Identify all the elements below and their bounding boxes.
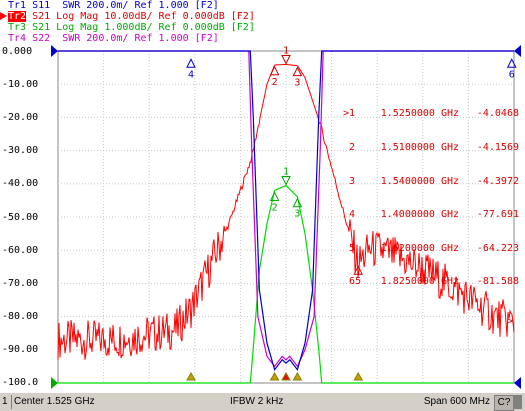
trace-4-settings: S22 SWR 200.0m/ Ref 1.000 [F2] [32,33,219,44]
marker-frequency: 1.4000000 GHz [380,209,460,221]
marker-id: >1 [342,108,355,120]
ifbw-setting[interactable]: IFBW 2 kHz [230,395,390,409]
trace-4-label[interactable]: Tr4 S22 SWR 200.0m/ Ref 1.000 [F2] [8,33,219,44]
reference-arrow[interactable] [51,45,58,57]
center-frequency[interactable]: Center 1.525 GHz [14,395,214,409]
marker-frequency: 1.5100000 GHz [380,142,460,154]
y-tick-label: -30.00 [2,145,39,156]
trace-1-settings: S11 SWR 200.0m/ Ref 1.000 [F2] [32,0,219,11]
marker-number: 3 [294,78,300,89]
marker-id: 6 [348,276,355,288]
y-tick-label: -50.00 [2,212,39,223]
trace-1-label[interactable]: Tr1 S11 SWR 200.0m/ Ref 1.000 [F2] [8,0,219,11]
span-setting[interactable]: Span 600 MHz [420,395,490,409]
marker-number: 2 [272,202,278,213]
calibration-status[interactable]: C? [494,395,514,411]
y-tick-label: -70.00 [2,278,39,289]
marker-row[interactable]: >1 1.5250000 GHz -4.0468 dB [333,108,525,119]
marker-value: -77.691 dB [476,209,519,221]
trace-header: Tr1 S11 SWR 200.0m/ Ref 1.000 [F2] Tr2 S… [0,0,525,44]
status-bar: 1 Center 1.525 GHz IFBW 2 kHz Span 600 M… [0,393,525,411]
marker-row[interactable]: 2 1.5100000 GHz -4.1569 dB [333,142,525,153]
trace-3-settings: S21 Log Mag 1.000dB/ Ref 0.000dB [F2] [32,22,255,33]
marker-id: 5 [348,242,355,254]
reference-arrow[interactable] [51,377,58,389]
y-tick-label: 0.000 [2,46,33,57]
status-indicator [514,395,522,409]
reference-arrow[interactable] [514,45,521,57]
trace-2-settings: S21 Log Mag 10.00dB/ Ref 0.000dB [F2] [32,11,255,22]
marker-row[interactable]: 4 1.4000000 GHz -77.691 dB [333,209,525,220]
status-divider [11,395,12,409]
marker-row[interactable]: 6 1.8250000 GHz -81.588 dB [333,276,525,287]
plot-area[interactable]: 1 2 3 4 5 6 1 2 3 > 0.000 -10.00 -20.00 -30.00 -… [0,44,525,393]
marker-row[interactable]: 5 1.6200000 GHz -64.223 dB [333,243,525,254]
marker-id: 3 [348,175,355,187]
trace-1-id[interactable]: Tr1 [8,0,26,11]
trace-3-id[interactable]: Tr3 [8,22,26,33]
trace-2-id[interactable]: Tr2 [8,11,27,22]
marker-value: -81.588 dB [476,276,519,288]
y-tick-label: -100.0 [2,377,39,388]
marker-value: -4.3972 dB [476,175,519,187]
marker-number: 1 [283,45,289,56]
y-tick-label: -80.00 [2,311,39,322]
y-tick-label: -40.00 [2,178,39,189]
right-edge-indicator: > [507,316,513,327]
marker-frequency: 1.8250000 GHz [380,276,460,288]
y-tick-label: -60.00 [2,245,39,256]
marker-frequency: 1.5400000 GHz [380,175,460,187]
y-tick-label: -10.00 [2,79,39,90]
marker-number: 4 [188,69,194,80]
marker-id: 2 [348,142,355,154]
marker-number: 2 [272,77,278,88]
marker-row[interactable]: 3 1.5400000 GHz -4.3972 dB [333,176,525,187]
y-tick-label: -90.00 [2,344,39,355]
marker-number: 3 [294,209,300,220]
marker-value: -4.0468 dB [476,108,519,120]
marker-frequency: 1.6200000 GHz [380,242,460,254]
marker-value: -4.1569 dB [476,142,519,154]
marker-number: 1 [283,166,289,177]
y-tick-label: -20.00 [2,112,39,123]
marker-frequency: 1.5250000 GHz [380,108,460,120]
marker-id: 4 [348,209,355,221]
marker-number: 6 [509,69,515,80]
marker-readout-table: >1 1.5250000 GHz -4.0468 dB 2 1.5100000 … [333,86,525,310]
reference-arrow[interactable] [514,377,521,389]
trace-4-id[interactable]: Tr4 [8,33,26,44]
trace-2-label[interactable]: Tr2 S21 Log Mag 10.00dB/ Ref 0.000dB [F2… [0,11,255,22]
trace-3-label[interactable]: Tr3 S21 Log Mag 1.000dB/ Ref 0.000dB [F2… [8,22,255,33]
marker-value: -64.223 dB [476,242,519,254]
